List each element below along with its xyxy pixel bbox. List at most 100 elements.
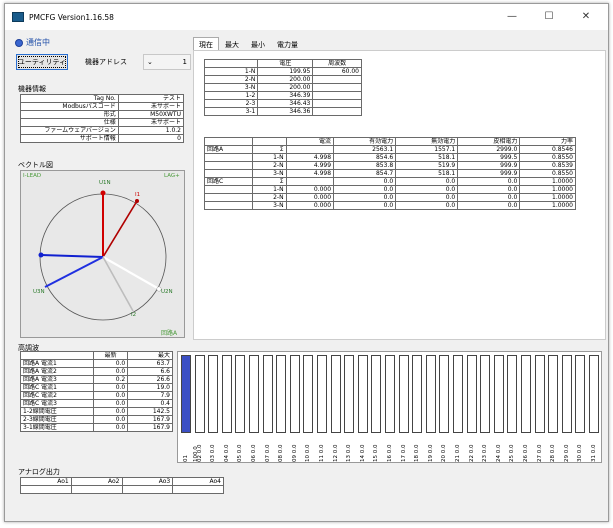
vector-svg: [38, 190, 167, 321]
harmonic-bar-label: 17 0.0: [400, 444, 407, 463]
harmonic-bar: [303, 355, 314, 433]
power-value: 0.0: [333, 193, 397, 202]
maximize-button[interactable]: ☐: [534, 8, 564, 26]
device-info-row: Tag No. テスト: [20, 94, 185, 103]
frequency-value: 60.00: [312, 67, 362, 76]
harmonic-bar: [249, 355, 259, 433]
harmonic-bar: [208, 355, 219, 433]
circuit-label: 回路A: [161, 330, 178, 337]
u3n-label: U3N: [33, 289, 45, 295]
voltage-row: 3-1 346.36: [203, 107, 362, 116]
power-header-blank: [252, 137, 287, 146]
harmonics-row: 回路C 電流2 0.0 7.9: [20, 391, 173, 400]
power-value: 1.0000: [519, 193, 576, 202]
power-phase: 3-N: [252, 201, 287, 210]
harmonic-bar: [561, 355, 572, 433]
power-value: 853.8: [333, 161, 397, 170]
frequency-header: 周波数: [312, 59, 362, 68]
u3n-tip: [38, 252, 44, 258]
power-value: 0.000: [285, 201, 335, 210]
connection-status: 通信中: [15, 37, 50, 48]
voltage-row: 1-N 199.95 60.00: [203, 67, 362, 76]
utility-button[interactable]: ユーティリティ: [16, 54, 68, 70]
voltage-phase: 3-1: [203, 107, 259, 116]
voltage-value: 200.00: [257, 75, 314, 84]
i3-vector: [44, 256, 104, 288]
power-header-row: 電流 有効電力 無効電力 皮相電力 力率: [203, 137, 576, 146]
harmonic-bar: [466, 355, 477, 433]
power-row: 3-N 0.000 0.0 0.0 0.0 1.0000: [203, 201, 576, 210]
voltage-row: 2-N 200.00: [203, 75, 362, 84]
power-row: 回路C Σ 0.0 0.0 0.0 1.0000: [203, 177, 576, 186]
harmonics-row: 回路C 電流1 0.0 19.0: [20, 383, 173, 392]
title-bar: PMCFG Version1.16.58 — ☐ ✕: [5, 4, 608, 30]
vector-diagram: I-LEAD LAG+ U1N I1 U3N U2N I2 回路A: [20, 170, 185, 338]
harmonic-bar: [425, 355, 436, 433]
vector-title: ベクトル図: [18, 161, 53, 169]
voltage-phase: 1-2: [203, 91, 259, 100]
harmonics-key: 回路A 電流1: [20, 359, 94, 368]
power-value: 4.999: [285, 161, 335, 170]
harmonics-max: 19.0: [127, 383, 173, 392]
harmonic-bar: [385, 355, 395, 433]
harmonic-bar: [289, 355, 300, 433]
power-value: 1.0000: [519, 185, 576, 194]
harmonics-key: 回路C 電流3: [20, 399, 94, 408]
harmonics-max: 142.5: [127, 407, 173, 416]
harmonic-bar: [507, 355, 518, 433]
power-phase: 2-N: [252, 193, 287, 202]
harmonics-latest: 0.0: [92, 359, 129, 368]
harmonics-row: 3-1線間電圧 0.0 167.9: [20, 423, 173, 432]
harmonics-row: 回路A 電流2 0.0 6.6: [20, 367, 173, 376]
device-info-value: 0: [117, 134, 185, 143]
power-circuit: [203, 201, 254, 210]
harmonics-latest: 0.0: [92, 423, 129, 432]
frequency-value: [312, 75, 362, 84]
harmonics-max: 167.9: [127, 415, 173, 424]
harmonics-header: 最大: [127, 351, 173, 360]
harmonic-bar: [235, 355, 246, 433]
app-icon: [12, 12, 24, 22]
analog-header: Ao3: [121, 477, 174, 486]
power-value: 519.9: [395, 161, 459, 170]
address-select[interactable]: ⌄ 1: [143, 54, 191, 70]
power-value: [285, 145, 335, 154]
power-circuit: [203, 169, 254, 178]
power-row: 1-N 0.000 0.0 0.0 0.0 1.0000: [203, 185, 576, 194]
device-info-key: 形式: [20, 110, 119, 119]
harmonic-bar-label: 06 0.0: [251, 444, 257, 463]
harmonic-bar-label: 25 0.0: [509, 444, 516, 463]
harmonic-bar: [589, 355, 599, 433]
harmonics-table: 最新 最大 回路A 電流1 0.0 63.7 回路A 電流2 0.0 6.6 回路A 電流3 0.…: [20, 351, 173, 432]
harmonic-bar-label: 13 0.0: [346, 444, 353, 463]
analog-title: アナログ出力: [18, 468, 60, 476]
harmonics-max: 7.9: [127, 391, 173, 400]
power-header: 皮相電力: [457, 137, 521, 146]
harmonic-bar-label: 10 0.0: [305, 444, 312, 463]
minimize-button[interactable]: —: [497, 8, 527, 26]
harmonic-bar-label: 14 0.0: [359, 444, 366, 463]
power-value: 0.000: [285, 193, 335, 202]
voltage-header-blank: [203, 59, 259, 68]
power-value: 0.0: [395, 201, 459, 210]
i2-label: I2: [131, 312, 137, 318]
lead-label: I-LEAD: [23, 173, 42, 179]
u1n-label: U1N: [99, 180, 111, 186]
power-circuit: [203, 153, 254, 162]
power-value: 0.0: [395, 193, 459, 202]
analog-header: Ao2: [70, 477, 123, 486]
power-phase: 3-N: [252, 169, 287, 178]
voltage-row: 1-2 346.39: [203, 91, 362, 100]
harmonics-max: 6.6: [127, 367, 173, 376]
address-value: 1: [182, 58, 187, 66]
power-value: 999.5: [457, 153, 521, 162]
lag-label: LAG+: [164, 173, 180, 179]
harmonics-latest: 0.2: [92, 375, 129, 384]
close-button[interactable]: ✕: [571, 8, 601, 26]
power-header: 電流: [285, 137, 335, 146]
harmonic-bar-label: 21 0.0: [455, 444, 461, 463]
power-value: 999.9: [457, 169, 521, 178]
analog-header: Ao4: [172, 477, 224, 486]
device-info-row: ファームウェアバージョン 1.0.2: [20, 126, 185, 135]
harmonic-bar: [221, 355, 232, 433]
